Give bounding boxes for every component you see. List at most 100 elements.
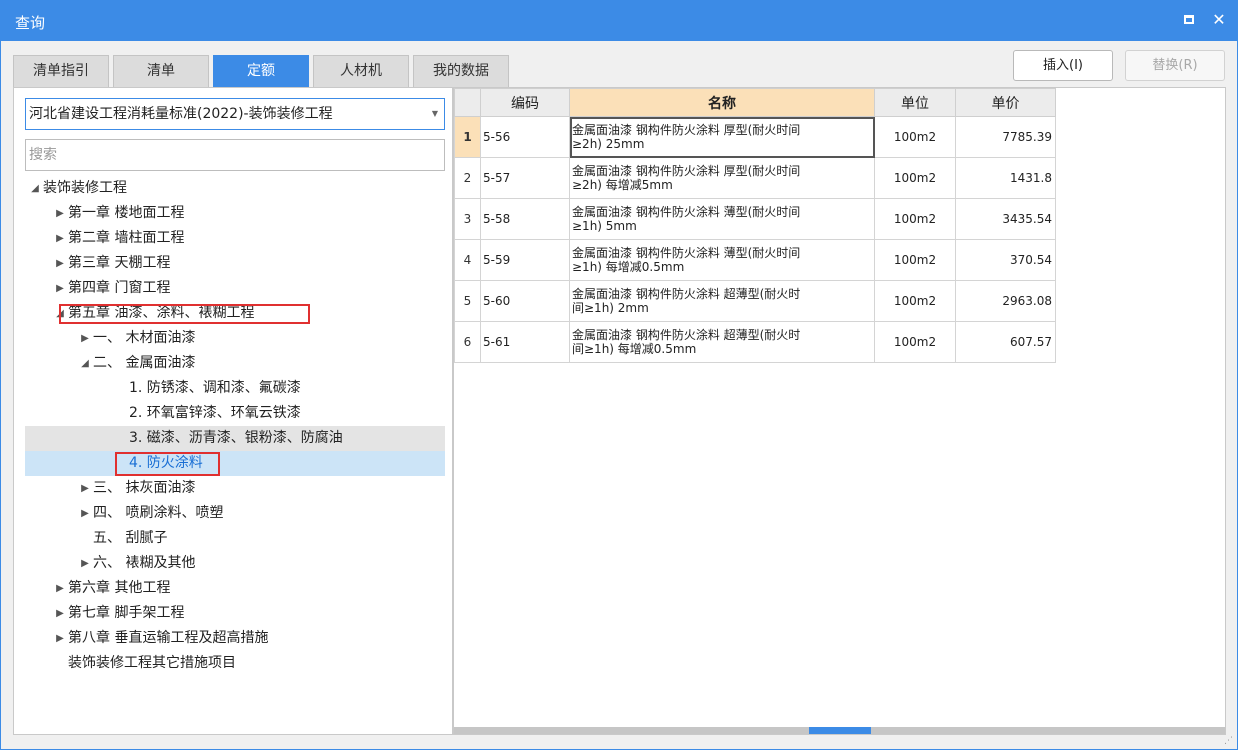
tree-item-label: 第八章 垂直运输工程及超高措施	[68, 630, 269, 646]
expand-arrow-icon[interactable]: ▶	[54, 276, 66, 301]
table-row[interactable]: 6 5-61 金属面油漆 钢构件防火涂料 超薄型(耐火时 间≥1h) 每增减0.5mm…	[454, 321, 1056, 363]
header-code[interactable]: 编码	[480, 88, 570, 117]
tab-my-data[interactable]: 我的数据	[413, 55, 509, 87]
code-cell[interactable]: 5-58	[480, 198, 570, 240]
header-name[interactable]: 名称	[569, 88, 875, 117]
unit-cell[interactable]: 100m2	[874, 198, 956, 240]
resize-grip-icon[interactable]: ⋰	[1224, 736, 1234, 746]
name-line: 间≥1h) 每增减0.5mm	[572, 342, 697, 356]
unit-cell[interactable]: 100m2	[874, 280, 956, 322]
tree-item[interactable]: ◢ 装饰装修工程	[25, 176, 445, 201]
row-number[interactable]: 4	[454, 239, 481, 281]
name-line: ≥1h) 5mm	[572, 219, 637, 233]
name-cell[interactable]: 金属面油漆 钢构件防火涂料 厚型(耐火时间 ≥2h) 25mm	[569, 116, 875, 158]
row-number[interactable]: 5	[454, 280, 481, 322]
header-price[interactable]: 单价	[955, 88, 1056, 117]
row-number[interactable]: 1	[454, 116, 481, 158]
row-number[interactable]: 3	[454, 198, 481, 240]
tree-item[interactable]: 4. 防火涂料	[25, 451, 445, 476]
table-row[interactable]: 2 5-57 金属面油漆 钢构件防火涂料 厚型(耐火时间 ≥2h) 每增减5mm 100…	[454, 157, 1056, 199]
collapse-arrow-icon[interactable]: ◢	[79, 351, 91, 376]
tree-item-label: 1. 防锈漆、调和漆、氟碳漆	[129, 380, 301, 396]
name-line: 金属面油漆 钢构件防火涂料 薄型(耐火时间	[572, 246, 801, 260]
name-line: 金属面油漆 钢构件防火涂料 厚型(耐火时间	[572, 123, 801, 137]
horizontal-scrollbar[interactable]	[454, 727, 1225, 734]
expand-arrow-icon[interactable]: ▶	[54, 201, 66, 226]
title-bar[interactable]: 查询 ✕	[1, 1, 1237, 41]
collapse-arrow-icon[interactable]: ◢	[29, 176, 41, 201]
tree-item[interactable]: ▶ 第二章 墙柱面工程	[25, 226, 445, 251]
maximize-icon[interactable]	[1179, 10, 1199, 30]
expand-arrow-icon[interactable]: ▶	[54, 576, 66, 601]
tree-item-label: 第七章 脚手架工程	[68, 605, 185, 621]
expand-arrow-icon[interactable]: ▶	[54, 251, 66, 276]
tab-bill[interactable]: 清单	[113, 55, 209, 87]
unit-cell[interactable]: 100m2	[874, 321, 956, 363]
expand-arrow-icon[interactable]: ▶	[79, 326, 91, 351]
corner-cell	[454, 88, 481, 117]
tree-item[interactable]: ▶ 第一章 楼地面工程	[25, 201, 445, 226]
library-select[interactable]: 河北省建设工程消耗量标准(2022)-装饰装修工程 ▼	[25, 98, 445, 130]
tree-item[interactable]: 五、 刮腻子	[25, 526, 445, 551]
scrollbar-thumb[interactable]	[809, 727, 871, 734]
tree-item[interactable]: ▶ 第三章 天棚工程	[25, 251, 445, 276]
code-cell[interactable]: 5-59	[480, 239, 570, 281]
code-cell[interactable]: 5-61	[480, 321, 570, 363]
name-cell[interactable]: 金属面油漆 钢构件防火涂料 厚型(耐火时间 ≥2h) 每增减5mm	[569, 157, 875, 199]
tab-labor-material[interactable]: 人材机	[313, 55, 409, 87]
price-cell[interactable]: 3435.54	[955, 198, 1056, 240]
tree-item[interactable]: 3. 磁漆、沥青漆、银粉漆、防腐油	[25, 426, 445, 451]
expand-arrow-icon[interactable]: ▶	[54, 601, 66, 626]
tab-bill-guide[interactable]: 清单指引	[13, 55, 109, 87]
tree-item[interactable]: 1. 防锈漆、调和漆、氟碳漆	[25, 376, 445, 401]
code-cell[interactable]: 5-57	[480, 157, 570, 199]
tree-item[interactable]: 2. 环氧富锌漆、环氧云铁漆	[25, 401, 445, 426]
tree-item[interactable]: ▶ 第六章 其他工程	[25, 576, 445, 601]
table-row[interactable]: 5 5-60 金属面油漆 钢构件防火涂料 超薄型(耐火时 间≥1h) 2mm 100m2…	[454, 280, 1056, 322]
name-cell[interactable]: 金属面油漆 钢构件防火涂料 薄型(耐火时间 ≥1h) 5mm	[569, 198, 875, 240]
unit-cell[interactable]: 100m2	[874, 116, 956, 158]
tree-item[interactable]: ◢ 二、 金属面油漆	[25, 351, 445, 376]
search-input[interactable]: 搜索	[25, 139, 445, 171]
tree-item[interactable]: ▶ 一、 木材面油漆	[25, 326, 445, 351]
expand-arrow-icon[interactable]: ▶	[54, 626, 66, 651]
chevron-down-icon[interactable]: ▼	[432, 99, 438, 129]
table-row[interactable]: 4 5-59 金属面油漆 钢构件防火涂料 薄型(耐火时间 ≥1h) 每增减0.5mm 1…	[454, 239, 1056, 281]
expand-arrow-icon[interactable]: ▶	[54, 226, 66, 251]
replace-button[interactable]: 替换(R)	[1125, 50, 1225, 81]
tree-item[interactable]: ▶ 四、 喷刷涂料、喷塑	[25, 501, 445, 526]
tree-item[interactable]: ▶ 第七章 脚手架工程	[25, 601, 445, 626]
expand-arrow-icon[interactable]: ▶	[79, 551, 91, 576]
price-cell[interactable]: 1431.8	[955, 157, 1056, 199]
tree-item[interactable]: ▶ 六、 裱糊及其他	[25, 551, 445, 576]
tree-item-label: 装饰装修工程	[43, 180, 127, 196]
name-line: 间≥1h) 2mm	[572, 301, 649, 315]
row-number[interactable]: 2	[454, 157, 481, 199]
tree-item[interactable]: ▶ 第八章 垂直运输工程及超高措施	[25, 626, 445, 651]
name-cell[interactable]: 金属面油漆 钢构件防火涂料 超薄型(耐火时 间≥1h) 2mm	[569, 280, 875, 322]
price-cell[interactable]: 607.57	[955, 321, 1056, 363]
name-cell[interactable]: 金属面油漆 钢构件防火涂料 超薄型(耐火时 间≥1h) 每增减0.5mm	[569, 321, 875, 363]
table-row[interactable]: 1 5-56 金属面油漆 钢构件防火涂料 厚型(耐火时间 ≥2h) 25mm 100m2…	[454, 116, 1056, 158]
header-unit[interactable]: 单位	[874, 88, 956, 117]
expand-arrow-icon[interactable]: ▶	[79, 476, 91, 501]
insert-button[interactable]: 插入(I)	[1013, 50, 1113, 81]
tree-item[interactable]: 装饰装修工程其它措施项目	[25, 651, 445, 676]
price-cell[interactable]: 2963.08	[955, 280, 1056, 322]
table-row[interactable]: 3 5-58 金属面油漆 钢构件防火涂料 薄型(耐火时间 ≥1h) 5mm 100m2 3…	[454, 198, 1056, 240]
tree-item[interactable]: ▶ 第四章 门窗工程	[25, 276, 445, 301]
row-number[interactable]: 6	[454, 321, 481, 363]
name-cell[interactable]: 金属面油漆 钢构件防火涂料 薄型(耐火时间 ≥1h) 每增减0.5mm	[569, 239, 875, 281]
code-cell[interactable]: 5-56	[480, 116, 570, 158]
unit-cell[interactable]: 100m2	[874, 239, 956, 281]
tree-item[interactable]: ▶ 三、 抹灰面油漆	[25, 476, 445, 501]
name-line: ≥2h) 25mm	[572, 137, 645, 151]
tree-item-label: 五、 刮腻子	[93, 530, 168, 546]
unit-cell[interactable]: 100m2	[874, 157, 956, 199]
price-cell[interactable]: 7785.39	[955, 116, 1056, 158]
price-cell[interactable]: 370.54	[955, 239, 1056, 281]
close-icon[interactable]: ✕	[1209, 10, 1229, 30]
code-cell[interactable]: 5-60	[480, 280, 570, 322]
tab-quota[interactable]: 定额	[213, 55, 309, 87]
expand-arrow-icon[interactable]: ▶	[79, 501, 91, 526]
